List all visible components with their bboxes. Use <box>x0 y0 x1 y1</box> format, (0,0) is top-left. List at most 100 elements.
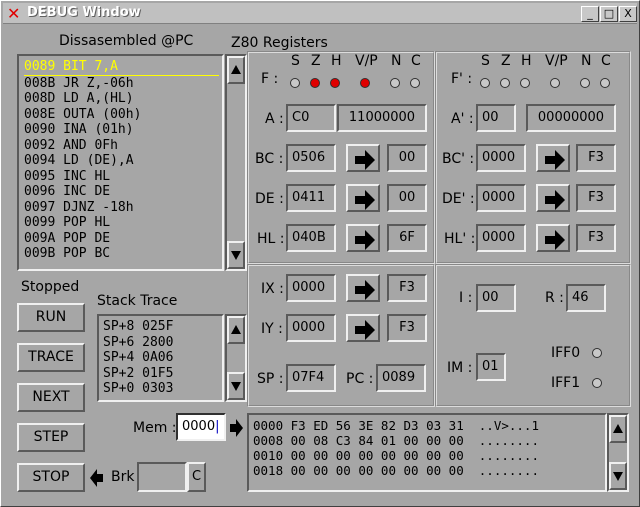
maximize-button[interactable]: □ <box>600 6 618 22</box>
a-bin-field[interactable]: 11000000 <box>337 104 427 132</box>
brk-input[interactable] <box>137 462 187 492</box>
de-field[interactable]: 0411 <box>286 184 336 212</box>
bc2-field[interactable]: 0000 <box>476 144 526 172</box>
memory-line[interactable]: 0008 00 08 C3 84 01 00 00 00 ........ <box>253 433 605 448</box>
stack-line[interactable]: SP+2 01F5 <box>103 366 222 382</box>
stack-line[interactable]: SP+8 025F <box>103 319 222 335</box>
main-flag-indicator[interactable] <box>360 78 370 88</box>
hl2-mem-field[interactable]: F3 <box>576 224 616 252</box>
iff0-indicator <box>592 348 602 358</box>
scroll-up-icon[interactable] <box>227 56 245 84</box>
window-title: DEBUG Window <box>27 5 141 20</box>
disasm-title: Dissasembled @PC <box>59 33 194 49</box>
bc2-deref-button[interactable] <box>536 144 570 172</box>
sp-field[interactable]: 07F4 <box>286 364 336 392</box>
stack-list[interactable]: SP+8 025F SP+6 2800 SP+4 0A06 SP+2 01F5 SP+0… <box>97 314 224 402</box>
disasm-line[interactable]: 0094 LD (DE),A <box>24 153 222 169</box>
main-flag-indicator[interactable] <box>390 78 400 88</box>
iy-field[interactable]: 0000 <box>286 314 336 342</box>
alt-flag-indicator[interactable] <box>480 78 490 88</box>
disasm-line[interactable]: 0090 INA (01h) <box>24 122 222 138</box>
mem-address-input[interactable]: 0000| <box>176 413 226 441</box>
run-button[interactable]: RUN <box>17 303 85 332</box>
stack-line[interactable]: SP+0 0303 <box>103 381 222 397</box>
disasm-line[interactable]: 0097 DJNZ -18h <box>24 200 222 216</box>
alt-flag-indicator[interactable] <box>550 78 560 88</box>
next-button[interactable]: NEXT <box>17 383 85 412</box>
disasm-line[interactable]: 0096 INC DE <box>24 184 222 200</box>
disasm-line[interactable]: 0099 POP HL <box>24 215 222 231</box>
bc2-mem-field[interactable]: F3 <box>576 144 616 172</box>
step-button[interactable]: STEP <box>17 423 85 452</box>
memory-scrollbar[interactable] <box>607 413 629 492</box>
title-bar[interactable]: ✕ DEBUG Window _ □ X <box>3 3 637 24</box>
scroll-up-icon[interactable] <box>609 415 627 443</box>
de-mem-field[interactable]: 00 <box>387 184 427 212</box>
disasm-line[interactable]: 0092 AND 0Fh <box>24 138 222 154</box>
brk-clear-button[interactable]: C <box>187 462 206 492</box>
disasm-line[interactable]: 009A POP DE <box>24 231 222 247</box>
disasm-list[interactable]: 0089 BIT 7,A 008B JR Z,-06h 008D LD A,(HL)… <box>17 54 224 271</box>
stop-button[interactable]: STOP <box>17 463 85 492</box>
alt-flag-indicator[interactable] <box>500 78 510 88</box>
stack-scrollbar[interactable] <box>225 314 247 402</box>
main-flag-indicator[interactable] <box>290 78 300 88</box>
hl-mem-field[interactable]: 6F <box>387 224 427 252</box>
scroll-up-icon[interactable] <box>227 316 245 344</box>
iy-label: IY : <box>261 321 283 337</box>
main-flag-indicator[interactable] <box>330 78 340 88</box>
pc-field[interactable]: 0089 <box>376 364 426 392</box>
close-button[interactable]: X <box>619 6 637 22</box>
bc-field[interactable]: 0506 <box>286 144 336 172</box>
disasm-line[interactable]: 008E OUTA (00h) <box>24 107 222 123</box>
iff0-label: IFF0 <box>551 345 581 361</box>
alt-flag-indicator[interactable] <box>580 78 590 88</box>
ix-mem-field[interactable]: F3 <box>387 274 427 302</box>
a2-bin-field[interactable]: 00000000 <box>526 104 616 132</box>
de-deref-button[interactable] <box>346 184 380 212</box>
main-flag-indicator[interactable] <box>310 78 320 88</box>
i-field[interactable]: 00 <box>476 284 516 312</box>
scroll-down-icon[interactable] <box>609 462 627 490</box>
disasm-line[interactable]: 0089 BIT 7,A <box>24 59 219 76</box>
bc-mem-field[interactable]: 00 <box>387 144 427 172</box>
arrow-right-icon <box>355 280 375 300</box>
stack-line[interactable]: SP+4 0A06 <box>103 350 222 366</box>
alt-flag-indicator[interactable] <box>600 78 610 88</box>
a2-label: A' : <box>451 111 474 127</box>
bc-deref-button[interactable] <box>346 144 380 172</box>
disasm-line[interactable]: 009B POP BC <box>24 246 222 262</box>
stack-line[interactable]: SP+6 2800 <box>103 335 222 351</box>
a2-hex-field[interactable]: 00 <box>476 104 516 132</box>
trace-button[interactable]: TRACE <box>17 343 85 372</box>
arrow-right-icon <box>230 419 243 437</box>
memory-dump[interactable]: 0000 F3 ED 56 3E 82 D3 03 31 ..V>...1 000… <box>247 413 607 492</box>
ix-deref-button[interactable] <box>346 274 380 302</box>
r-field[interactable]: 46 <box>566 284 606 312</box>
hl-deref-button[interactable] <box>346 224 380 252</box>
minimize-button[interactable]: _ <box>581 6 599 22</box>
disasm-line[interactable]: 008B JR Z,-06h <box>24 76 222 92</box>
disasm-line[interactable]: 0095 INC HL <box>24 169 222 185</box>
iy-mem-field[interactable]: F3 <box>387 314 427 342</box>
memory-line[interactable]: 0010 00 00 00 00 00 00 00 00 ........ <box>253 448 605 463</box>
alt-flag-indicator[interactable] <box>520 78 530 88</box>
im-field[interactable]: 01 <box>476 353 506 381</box>
hl-field[interactable]: 040B <box>286 224 336 252</box>
iy-deref-button[interactable] <box>346 314 380 342</box>
ix-label: IX : <box>261 281 284 297</box>
memory-line[interactable]: 0018 00 00 00 00 00 00 00 00 ........ <box>253 463 605 478</box>
main-flag-indicator[interactable] <box>410 78 420 88</box>
de2-mem-field[interactable]: F3 <box>576 184 616 212</box>
de2-deref-button[interactable] <box>536 184 570 212</box>
a-hex-field[interactable]: C0 <box>286 104 336 132</box>
scroll-down-icon[interactable] <box>227 241 245 269</box>
hl2-field[interactable]: 0000 <box>476 224 526 252</box>
memory-line[interactable]: 0000 F3 ED 56 3E 82 D3 03 31 ..V>...1 <box>253 418 605 433</box>
hl2-deref-button[interactable] <box>536 224 570 252</box>
disasm-line[interactable]: 008D LD A,(HL) <box>24 91 222 107</box>
disasm-scrollbar[interactable] <box>225 54 247 271</box>
de2-field[interactable]: 0000 <box>476 184 526 212</box>
scroll-down-icon[interactable] <box>227 372 245 400</box>
ix-field[interactable]: 0000 <box>286 274 336 302</box>
